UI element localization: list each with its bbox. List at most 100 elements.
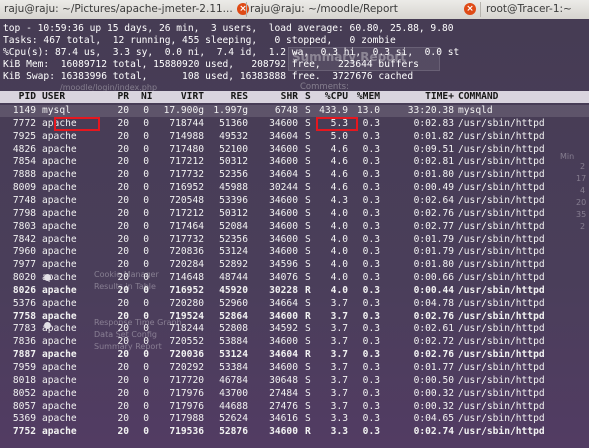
cell-nice: 0 [143,207,149,219]
process-table-header: PID USER PR NI VIRT RES SHR S %CPU %MEM … [0,91,589,103]
process-row[interactable]: 7803 apache 20 0 717464 52084 34600 S 4.0 0.3 0:02… [0,221,589,233]
cell-pid: 8026 [12,284,36,296]
cell-nice: 0 [143,105,149,116]
cell-user: apache [42,284,77,296]
cell-virt: 719524 [169,310,204,322]
process-row[interactable]: 1149 mysql 20 0 17.900g 1.997g 6748 S 433.9 13.0 3… [0,105,589,117]
cell-command: mysqld [458,105,493,116]
process-row[interactable]: 8026 apache 20 0 716952 45920 30228 R 4.0 0.3 0:00… [0,285,589,297]
cell-shr: 34604 [269,349,298,361]
process-row[interactable]: 8018 apache 20 0 717720 46784 30648 S 3.7 0.3 0:00… [0,375,589,387]
process-row[interactable]: 7925 apache 20 0 714988 49532 34604 S 5.0 0.3 0:01… [0,131,589,143]
cell-mem: 0.3 [362,284,380,296]
process-row[interactable]: 7854 apache 20 0 717212 50312 34600 S 4.6 0.3 0:02… [0,156,589,168]
process-row[interactable]: 8057 apache 20 0 717976 44688 27476 S 3.7 0.3 0:00… [0,401,589,413]
tab-root-tracer[interactable]: root@Tracer-1:~ [486,0,586,19]
cell-res: 45920 [219,284,248,296]
process-row[interactable]: 7836 apache 20 0 720552 53884 34600 S 3.7 0.3 0:02… [0,336,589,348]
cell-cpu: 3.7 [330,374,348,386]
cell-shr: 34600 [269,426,298,438]
cell-command: /usr/sbin/httpd [458,194,545,206]
cell-time: 0:00.49 [413,182,454,194]
close-icon[interactable]: × [237,3,249,15]
cell-shr: 34600 [269,117,298,129]
process-row[interactable]: 7842 apache 20 0 717732 52356 34600 S 4.0 0.3 0:01… [0,234,589,246]
cell-nice: 0 [143,246,149,258]
cell-command: /usr/sbin/httpd [458,130,545,142]
cell-cpu: 4.6 [330,156,348,168]
cell-priority: 20 [117,426,129,438]
col-pid: PID [18,91,36,102]
cell-command: /usr/sbin/httpd [458,284,545,296]
cell-command: /usr/sbin/httpd [458,117,545,129]
process-row[interactable]: 7758 apache 20 0 719524 52864 34600 R 3.7 0.3 0:02… [0,311,589,323]
cell-time: 0:00.32 [413,387,454,399]
cell-time: 0:02.76 [413,207,454,219]
process-row[interactable]: 8052 apache 20 0 717976 43700 27484 S 3.7 0.3 0:00… [0,388,589,400]
cell-priority: 20 [117,272,129,284]
cell-priority: 20 [117,194,129,206]
cell-state: S [305,336,311,348]
cell-nice: 0 [143,130,149,142]
cell-virt: 717732 [169,169,204,181]
process-row[interactable]: 7960 apache 20 0 720836 53124 34600 S 4.0 0.3 0:01… [0,246,589,258]
cell-pid: 7772 [12,117,36,129]
cell-shr: 34600 [269,233,298,245]
col-user: USER [42,91,66,102]
process-row[interactable]: 7748 apache 20 0 720548 53396 34600 S 4.3 0.3 0:02… [0,195,589,207]
cell-nice: 0 [143,323,149,335]
process-row[interactable]: 7798 apache 20 0 717212 50312 34600 S 4.0 0.3 0:02… [0,208,589,220]
cell-user: apache [42,182,77,194]
cell-shr: 34600 [269,336,298,348]
tab-jmeter[interactable]: raju@raju: ~/Pictures/apache-jmeter-2.11… [4,0,236,19]
cell-user: apache [42,374,77,386]
cell-mem: 0.3 [362,207,380,219]
cell-shr: 30244 [269,182,298,194]
cell-virt: 717976 [169,387,204,399]
col-ni: NI [141,91,153,102]
cell-res: 53384 [219,362,248,373]
cell-virt: 720292 [169,362,204,373]
cell-command: /usr/sbin/httpd [458,323,545,335]
process-row[interactable]: 5369 apache 20 0 717988 52624 34616 S 3.3 0.3 0:04… [0,413,589,425]
process-row[interactable]: 4826 apache 20 0 717480 52100 34600 S 4.6 0.3 0:09… [0,144,589,156]
cell-priority: 20 [117,349,129,361]
cell-nice: 0 [143,336,149,348]
terminal-screen[interactable]: Summary Report /moodle/login/index.php C… [0,19,589,448]
cell-shr: 27484 [269,387,298,399]
cell-pid: 7854 [12,156,36,168]
cell-command: /usr/sbin/httpd [458,310,545,322]
process-row[interactable]: 7977 apache 20 0 720284 52892 34596 S 4.0 0.3 0:01… [0,259,589,271]
process-row[interactable]: 7888 apache 20 0 717732 52356 34604 S 4.6 0.3 0:01… [0,169,589,181]
cell-priority: 20 [117,297,129,309]
cell-command: /usr/sbin/httpd [458,143,545,155]
cell-priority: 20 [117,284,129,296]
cell-time: 0:02.64 [413,194,454,206]
col-mem: %MEM [356,91,380,102]
cell-time: 0:02.76 [413,349,454,361]
cell-time: 0:09.51 [413,143,454,155]
cell-cpu: 4.0 [330,272,348,284]
process-row[interactable]: 7959 apache 20 0 720292 53384 34600 S 3.7 0.3 0:01… [0,362,589,374]
process-row[interactable]: 5376 apache 20 0 720280 52960 34664 S 3.7 0.3 0:04… [0,298,589,310]
cell-mem: 0.3 [362,362,380,373]
process-row[interactable]: 8020 apache 20 0 714648 48744 34076 S 4.0 0.3 0:00… [0,272,589,284]
cell-pid: 8057 [12,400,36,412]
cell-command: /usr/sbin/httpd [458,426,545,438]
cell-command: /usr/sbin/httpd [458,349,545,361]
close-icon[interactable]: × [464,3,476,15]
cell-user: apache [42,143,77,155]
process-row[interactable]: 7752 apache 20 0 719536 52876 34600 R 3.3 0.3 0:02… [0,426,589,438]
cell-priority: 20 [117,220,129,232]
cell-user: apache [42,207,77,219]
tab-moodle-report[interactable]: raju@raju: ~/moodle/Report [250,0,400,19]
process-row[interactable]: 7783 apache 20 0 718244 52808 34592 S 3.7 0.3 0:02… [0,323,589,335]
tab-title: raju@raju: ~/Pictures/apache-jmeter-2.11… [4,3,233,15]
cell-cpu: 4.0 [330,259,348,271]
process-row[interactable]: 7887 apache 20 0 720036 53124 34604 R 3.7 0.3 0:02… [0,349,589,361]
cell-time: 0:01.77 [413,362,454,373]
cell-priority: 20 [117,233,129,245]
cell-state: S [305,259,311,271]
process-row[interactable]: 8009 apache 20 0 716952 45988 30244 S 4.6 0.3 0:00… [0,182,589,194]
cell-state: S [305,233,311,245]
